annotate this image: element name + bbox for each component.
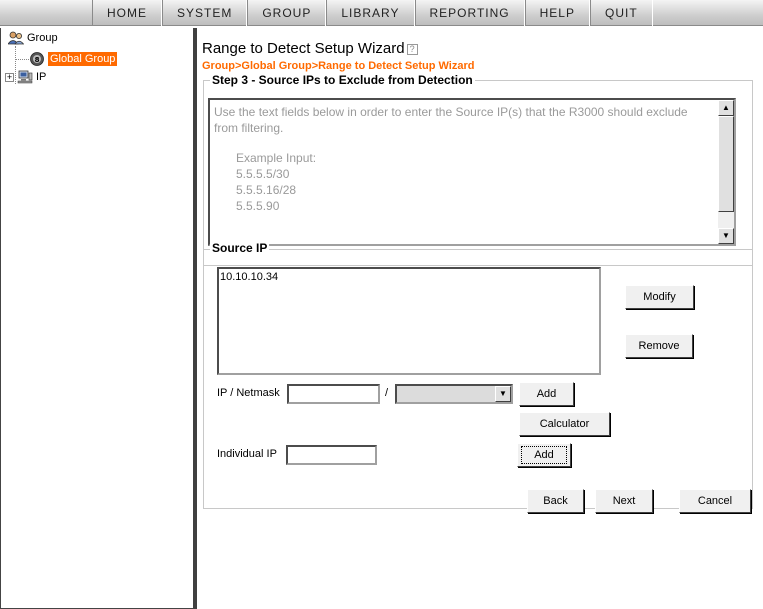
page-title-text: Range to Detect Setup Wizard — [202, 40, 405, 57]
tree-root-label: Group — [27, 32, 58, 44]
back-button[interactable]: Back — [527, 489, 584, 513]
menu-lead-spacer — [0, 0, 92, 26]
example-line: 5.5.5.5/30 — [236, 167, 290, 181]
source-ip-legend: Source IP — [210, 241, 270, 255]
example-line: 5.5.5.90 — [236, 199, 280, 213]
tree-item-global-group[interactable]: 8 Global Group — [29, 52, 118, 66]
source-ip-fieldset: Source IP 10.10.10.34 Modify Remove IP /… — [203, 241, 753, 509]
menu-quit[interactable]: QUIT — [589, 0, 653, 26]
scroll-thumb[interactable] — [718, 116, 734, 212]
menu-reporting[interactable]: REPORTING — [414, 0, 525, 26]
wizard-main: Range to Detect Setup Wizard? Group>Glob… — [202, 28, 763, 609]
individual-ip-label: Individual IP — [217, 448, 277, 460]
calculator-button[interactable]: Calculator — [519, 412, 610, 436]
add-individual-button[interactable]: Add — [517, 443, 571, 467]
example-heading: Example Input: — [236, 151, 317, 165]
individual-ip-input[interactable] — [286, 445, 377, 465]
list-item[interactable]: 10.10.10.34 — [220, 271, 598, 283]
ip-input[interactable] — [287, 384, 380, 404]
ip-netmask-label: IP / Netmask — [217, 387, 280, 399]
instructions-scrollbar[interactable]: ▲ ▼ — [718, 100, 734, 244]
netmask-select[interactable]: ▼ — [395, 384, 513, 404]
group-tree-panel: Group 8 Global Group + IP — [0, 28, 197, 609]
global-group-icon: 8 — [29, 52, 45, 66]
example-line: 5.5.5.16/28 — [236, 183, 297, 197]
expand-icon[interactable]: + — [5, 72, 14, 82]
source-ip-listbox[interactable]: 10.10.10.34 — [217, 267, 601, 375]
netmask-separator: / — [385, 387, 389, 399]
menu-system[interactable]: SYSTEM — [162, 0, 248, 26]
menu-help[interactable]: HELP — [524, 0, 590, 26]
menu-home[interactable]: HOME — [92, 0, 162, 26]
page-title: Range to Detect Setup Wizard? — [202, 40, 418, 57]
step-legend: Step 3 - Source IPs to Exclude from Dete… — [210, 73, 475, 87]
instructions-text: Use the text fields below in order to en… — [214, 105, 688, 135]
svg-text:8: 8 — [35, 56, 40, 64]
tree-selected-label: Global Group — [48, 52, 118, 66]
next-button[interactable]: Next — [595, 489, 653, 513]
network-computer-icon — [17, 70, 33, 84]
tree-connector — [15, 59, 29, 60]
step-fieldset: Step 3 - Source IPs to Exclude from Dete… — [203, 73, 753, 266]
menu-library[interactable]: LIBRARY — [326, 0, 415, 26]
scroll-up-icon[interactable]: ▲ — [718, 100, 734, 116]
menu-group[interactable]: GROUP — [247, 0, 327, 26]
remove-button[interactable]: Remove — [625, 334, 693, 358]
add-individual-label: Add — [521, 446, 567, 464]
example-block: Example Input: 5.5.5.5/30 5.5.5.16/28 5.… — [214, 150, 712, 214]
add-netmask-button[interactable]: Add — [519, 382, 574, 406]
users-group-icon — [7, 31, 25, 45]
help-icon[interactable]: ? — [406, 44, 418, 55]
instructions-box: Use the text fields below in order to en… — [208, 98, 736, 246]
modify-button[interactable]: Modify — [625, 285, 694, 309]
top-menu-bar: HOME SYSTEM GROUP LIBRARY REPORTING HELP… — [0, 0, 763, 26]
menu-items: HOME SYSTEM GROUP LIBRARY REPORTING HELP… — [92, 0, 653, 26]
tree-ip-label: IP — [36, 71, 47, 83]
tree-item-ip[interactable]: + IP — [5, 70, 46, 84]
breadcrumb: Group>Global Group>Range to Detect Setup… — [202, 60, 475, 72]
scroll-down-icon[interactable]: ▼ — [718, 228, 734, 244]
tree-root-group[interactable]: Group — [7, 31, 58, 45]
chevron-down-icon[interactable]: ▼ — [495, 386, 511, 402]
cancel-button[interactable]: Cancel — [679, 489, 751, 513]
